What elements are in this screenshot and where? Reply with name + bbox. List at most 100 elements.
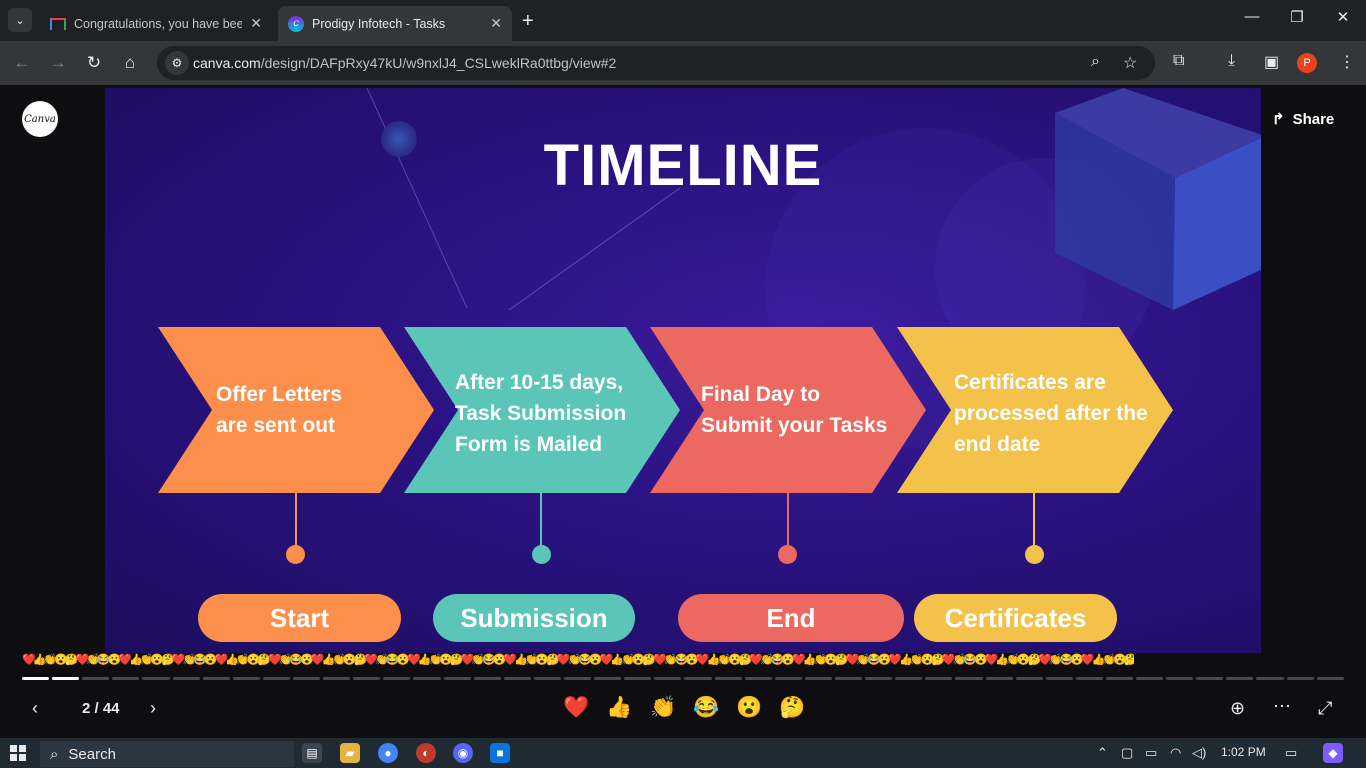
page-progress-segment[interactable] bbox=[804, 677, 832, 680]
page-progress-segment[interactable] bbox=[292, 677, 321, 680]
profile-avatar[interactable]: P bbox=[1297, 53, 1317, 73]
tray-chevron-icon[interactable]: ⌃ bbox=[1097, 745, 1108, 761]
page-progress-segment[interactable] bbox=[654, 677, 682, 680]
page-progress-segment[interactable] bbox=[563, 677, 592, 680]
page-progress-segment[interactable] bbox=[985, 677, 1013, 680]
back-icon[interactable]: ← bbox=[10, 51, 34, 75]
tab-gmail[interactable]: Congratulations, you have been ✕ bbox=[40, 6, 272, 41]
reload-icon[interactable]: ↻ bbox=[82, 51, 106, 75]
previous-page-icon[interactable]: ‹ bbox=[32, 698, 38, 719]
page-progress-segment[interactable] bbox=[774, 677, 802, 680]
timeline-node bbox=[778, 545, 797, 564]
page-progress-segment[interactable] bbox=[1226, 677, 1254, 680]
page-progress-segment[interactable] bbox=[1136, 677, 1164, 680]
page-progress-segment[interactable] bbox=[202, 677, 230, 680]
more-options-icon[interactable]: ⋯ bbox=[1273, 696, 1291, 717]
file-explorer-icon[interactable]: ▰ bbox=[340, 743, 360, 763]
close-icon[interactable]: ✕ bbox=[250, 15, 262, 32]
volume-icon[interactable]: ◁) bbox=[1192, 745, 1206, 761]
page-progress-segment[interactable] bbox=[533, 677, 561, 680]
page-progress-segment[interactable] bbox=[232, 677, 260, 680]
page-progress-segment[interactable] bbox=[262, 677, 290, 680]
page-progress-segment[interactable] bbox=[142, 677, 170, 680]
page-progress-segment[interactable] bbox=[52, 677, 80, 680]
battery-icon[interactable]: ▭ bbox=[1145, 745, 1157, 761]
page-progress-segment[interactable] bbox=[1256, 677, 1284, 680]
page-progress-segment[interactable] bbox=[714, 677, 742, 680]
page-progress-segment[interactable] bbox=[1316, 677, 1344, 680]
page-progress-segment[interactable] bbox=[112, 677, 140, 680]
download-icon[interactable]: ⤓ bbox=[1228, 52, 1235, 70]
reaction-thinking-button[interactable]: 🤔 bbox=[779, 696, 805, 720]
page-progress-segment[interactable] bbox=[1196, 677, 1224, 680]
reaction-history-strip: ❤️👍👏😮🤔❤️👏😂😮❤️👍👏😮🤔❤️👏😂😮❤️👍👏😮🤔❤️👏😂😮❤️👍👏😮🤔❤… bbox=[22, 654, 1134, 666]
page-progress-segment[interactable] bbox=[1075, 677, 1103, 680]
page-progress-segment[interactable] bbox=[473, 677, 501, 680]
new-tab-button[interactable]: + bbox=[522, 10, 534, 33]
reaction-surprised-button[interactable]: 😮 bbox=[736, 696, 762, 720]
copilot-icon[interactable]: ◆ bbox=[1323, 743, 1343, 763]
page-progress-segment[interactable] bbox=[82, 677, 110, 680]
store-icon[interactable]: ■ bbox=[490, 743, 510, 763]
page-progress-segment[interactable] bbox=[1045, 677, 1073, 680]
discord-icon[interactable]: ◉ bbox=[453, 743, 473, 763]
page-progress-segment[interactable] bbox=[22, 677, 50, 680]
page-progress-segment[interactable] bbox=[1105, 677, 1134, 680]
meet-icon[interactable]: ▢ bbox=[1121, 745, 1133, 761]
canva-logo[interactable]: Canva bbox=[22, 101, 58, 137]
page-progress-segment[interactable] bbox=[834, 677, 863, 680]
chrome-icon[interactable]: ● bbox=[378, 743, 398, 763]
page-progress-segment[interactable] bbox=[895, 677, 923, 680]
page-progress-segment[interactable] bbox=[865, 677, 893, 680]
page-progress-segment[interactable] bbox=[1286, 677, 1314, 680]
page-progress-segment[interactable] bbox=[323, 677, 351, 680]
page-progress-segment[interactable] bbox=[925, 677, 953, 680]
side-panel-icon[interactable]: ▣ bbox=[1264, 52, 1279, 72]
page-progress-segment[interactable] bbox=[624, 677, 652, 680]
page-progress-segment[interactable] bbox=[744, 677, 772, 680]
tab-canva[interactable]: c Prodigy Infotech - Tasks ✕ bbox=[278, 6, 512, 41]
page-progress-segment[interactable] bbox=[955, 677, 983, 680]
page-progress-segment[interactable] bbox=[1015, 677, 1043, 680]
fullscreen-icon[interactable]: ⤢ bbox=[1318, 698, 1332, 719]
forward-icon[interactable]: → bbox=[46, 51, 70, 75]
app-icon[interactable]: ◐ bbox=[416, 743, 436, 763]
minimize-icon[interactable]: — bbox=[1238, 8, 1266, 25]
windows-start-icon[interactable] bbox=[10, 745, 26, 761]
restore-icon[interactable]: ❐ bbox=[1283, 8, 1311, 26]
page-progress-segment[interactable] bbox=[443, 677, 471, 680]
address-bar[interactable]: ⚙ canva.com/design/DAFpRxy47kU/w9nxlJ4_C… bbox=[157, 46, 1155, 80]
wifi-icon[interactable]: ◠ bbox=[1170, 745, 1181, 761]
page-progress-segment[interactable] bbox=[594, 677, 622, 680]
gmail-icon bbox=[50, 17, 66, 30]
reaction-clap-button[interactable]: 👏 bbox=[650, 696, 676, 720]
bookmark-star-icon[interactable]: ☆ bbox=[1123, 53, 1137, 73]
next-page-icon[interactable]: › bbox=[150, 698, 156, 719]
task-view-icon[interactable]: ▤ bbox=[302, 743, 322, 763]
page-progress-segment[interactable] bbox=[353, 677, 381, 680]
page-progress-segment[interactable] bbox=[413, 677, 441, 680]
tab-search-button[interactable]: ⌄ bbox=[8, 8, 32, 32]
site-info-icon[interactable]: ⚙ bbox=[165, 51, 189, 75]
page-progress-segment[interactable] bbox=[383, 677, 411, 680]
url-text[interactable]: canva.com/design/DAFpRxy47kU/w9nxlJ4_CSL… bbox=[193, 55, 616, 71]
menu-kebab-icon[interactable]: ⋮ bbox=[1339, 52, 1355, 72]
notification-icon[interactable]: ▭ bbox=[1285, 745, 1297, 761]
page-progress-segment[interactable] bbox=[1166, 677, 1194, 680]
window-close-icon[interactable]: ✕ bbox=[1329, 8, 1357, 26]
taskbar-clock[interactable]: 1:02 PM bbox=[1221, 745, 1266, 759]
page-progress-segment[interactable] bbox=[684, 677, 712, 680]
reaction-thumbs-up-button[interactable]: 👍 bbox=[606, 696, 632, 720]
taskbar-search[interactable]: ⌕ Search bbox=[40, 741, 294, 767]
extensions-icon[interactable]: ⧉ bbox=[1173, 52, 1184, 70]
zoom-icon[interactable]: ⌕ bbox=[1091, 53, 1100, 71]
share-button[interactable]: ↱ Share bbox=[1264, 103, 1342, 135]
zoom-in-icon[interactable]: ⊕ bbox=[1230, 698, 1245, 719]
close-icon[interactable]: ✕ bbox=[490, 15, 502, 32]
page-progress-segment[interactable] bbox=[503, 677, 531, 680]
home-icon[interactable]: ⌂ bbox=[118, 51, 142, 75]
reaction-laugh-button[interactable]: 😂 bbox=[693, 696, 719, 720]
page-progress-bar[interactable] bbox=[22, 677, 1344, 680]
page-progress-segment[interactable] bbox=[172, 677, 200, 680]
reaction-heart-button[interactable]: ❤️ bbox=[563, 696, 589, 720]
